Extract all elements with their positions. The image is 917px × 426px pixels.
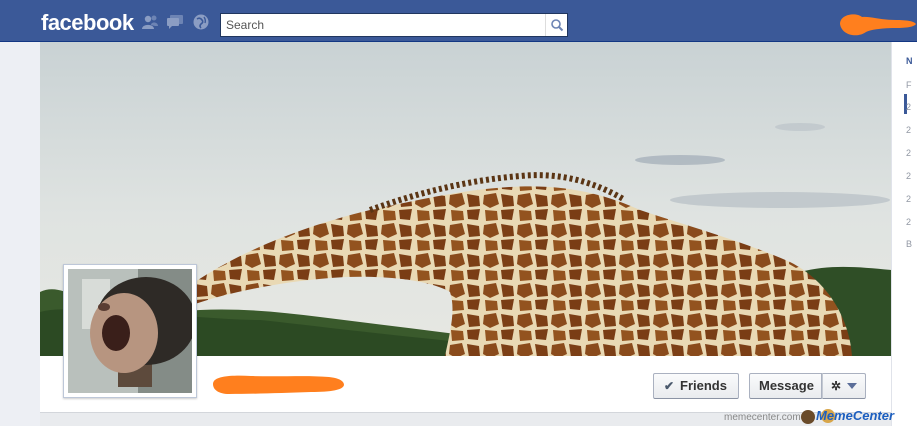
- facebook-logo[interactable]: facebook: [41, 10, 134, 36]
- messages-icon[interactable]: [166, 14, 184, 30]
- rail-item-now[interactable]: N: [906, 56, 913, 66]
- rail-item-born[interactable]: B: [906, 239, 912, 249]
- search-button[interactable]: [545, 14, 567, 36]
- friends-button[interactable]: ✔ Friends: [653, 373, 739, 399]
- notifications-icon[interactable]: [192, 14, 210, 30]
- message-button[interactable]: Message: [749, 373, 822, 399]
- watermark-text: memecenter.com: [724, 412, 801, 423]
- top-navigation-bar: facebook: [0, 0, 917, 42]
- message-actions-group: Message ✲: [749, 373, 866, 399]
- memecenter-logo: MemeCenter: [801, 408, 895, 424]
- chevron-down-icon: [847, 383, 857, 389]
- rail-item-year[interactable]: 2: [906, 194, 911, 204]
- rail-item-f[interactable]: F: [906, 80, 912, 90]
- left-gutter: [0, 42, 40, 426]
- profile-photo: [68, 269, 192, 393]
- gear-icon: ✲: [831, 379, 842, 393]
- search-input[interactable]: [221, 14, 548, 36]
- rail-item-year[interactable]: 2: [906, 217, 911, 227]
- svg-text:MemeCenter: MemeCenter: [816, 408, 895, 423]
- settings-dropdown-button[interactable]: ✲: [822, 373, 866, 399]
- search-box: [220, 13, 568, 37]
- timeline-navigation-rail: N F 2 2 2 2 2 2 B: [891, 42, 917, 426]
- rail-item-year[interactable]: 2: [906, 171, 911, 181]
- redacted-user-name[interactable]: [836, 8, 917, 40]
- profile-picture[interactable]: [63, 264, 197, 398]
- checkmark-icon: ✔: [664, 379, 675, 393]
- search-icon: [551, 19, 564, 32]
- rail-item-year[interactable]: 2: [906, 102, 911, 112]
- friend-requests-icon[interactable]: [141, 14, 159, 30]
- selfie-image: [68, 269, 192, 393]
- rail-item-year[interactable]: 2: [906, 125, 911, 135]
- redacted-profile-name[interactable]: [211, 372, 345, 396]
- rail-item-year[interactable]: 2: [906, 148, 911, 158]
